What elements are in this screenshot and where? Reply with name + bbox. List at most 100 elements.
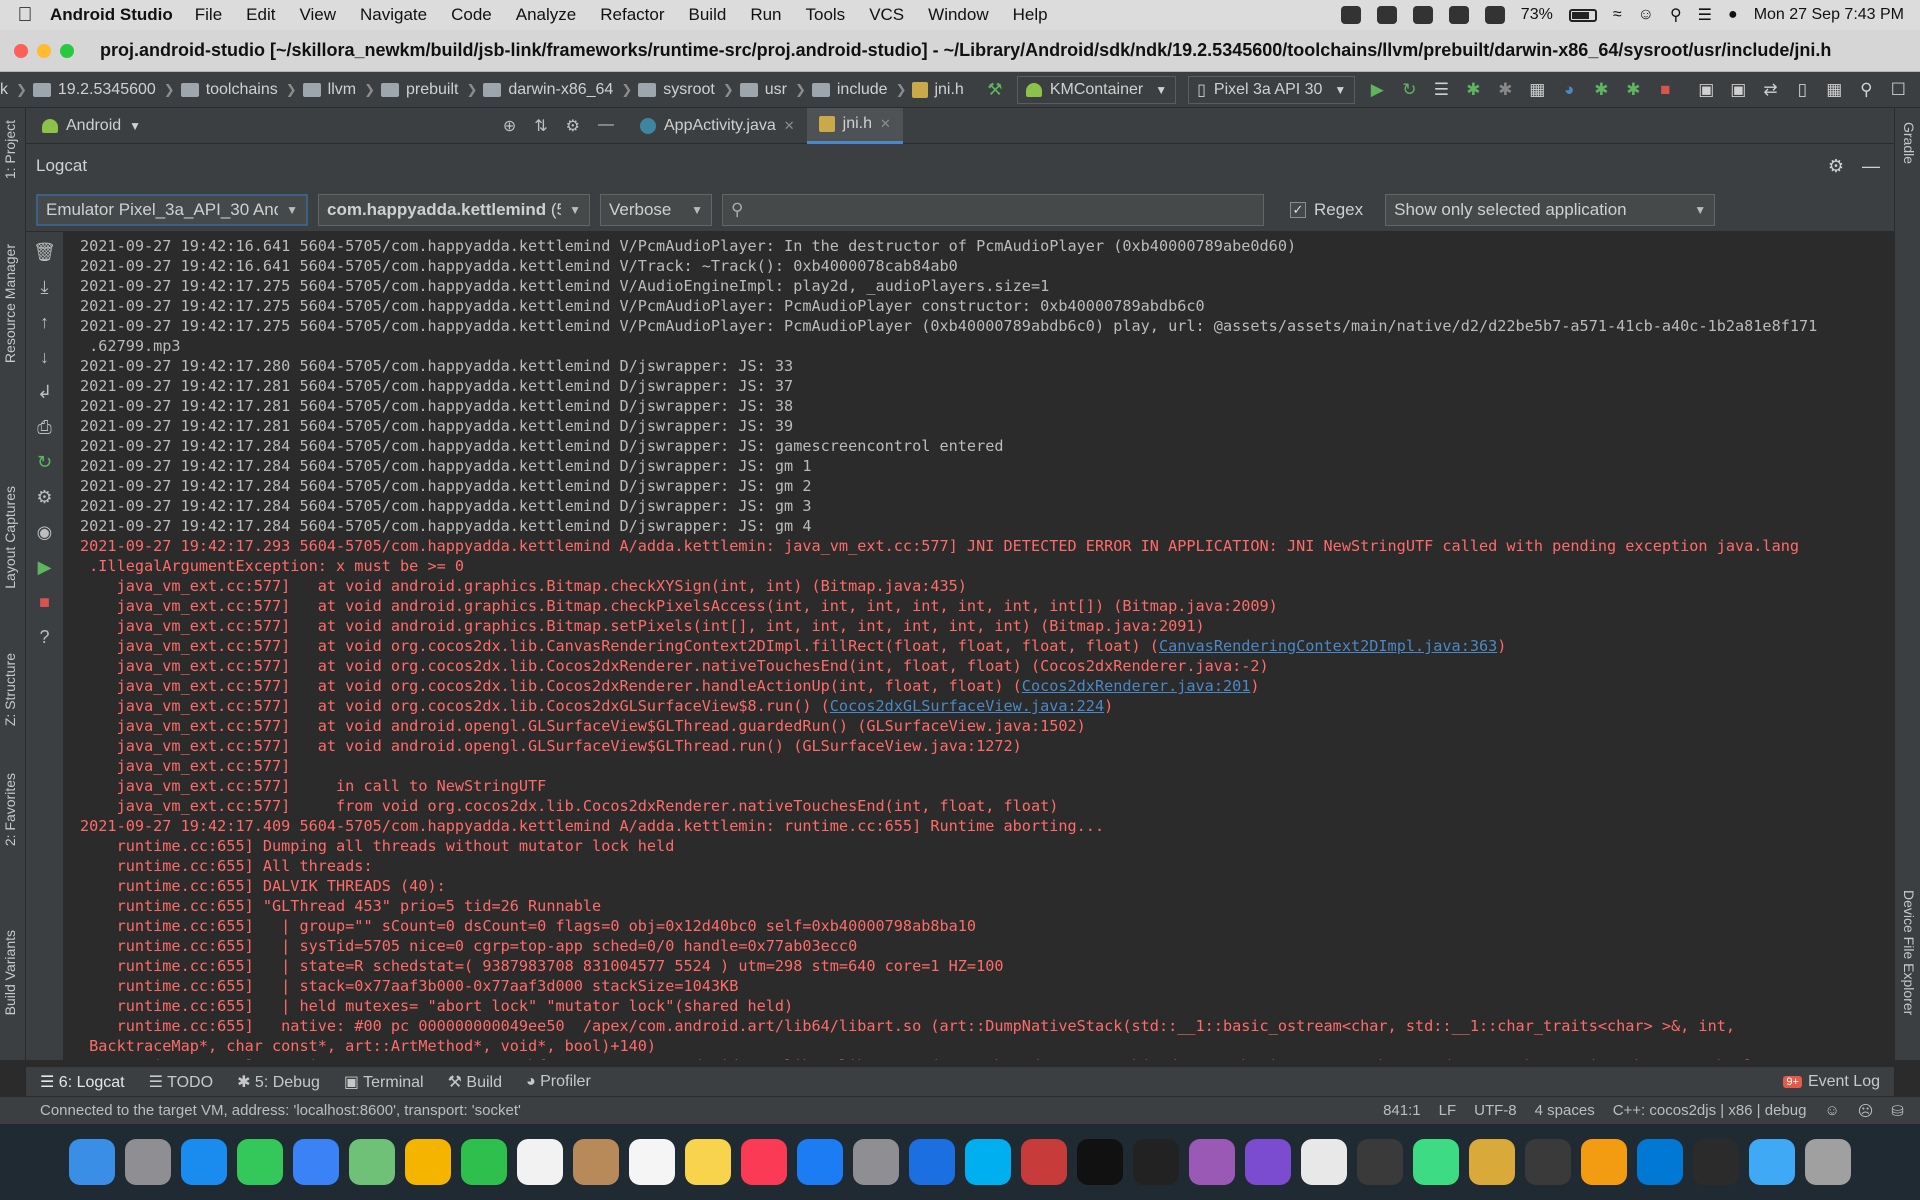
user-icon[interactable]: ☺ bbox=[1638, 6, 1654, 24]
tab-build[interactable]: ⚒ Build bbox=[448, 1072, 502, 1092]
breadcrumb-jni-h[interactable]: jni.h bbox=[912, 81, 964, 99]
coverage-icon[interactable]: ▦ bbox=[1526, 79, 1548, 101]
debug-tools-icon[interactable]: ✱ bbox=[1622, 79, 1644, 101]
gear-icon[interactable]: ⚙ bbox=[1828, 156, 1844, 177]
source-link[interactable]: CanvasRenderingContext2DImpl.java:363 bbox=[1159, 637, 1497, 655]
event-log-button[interactable]: 9+ Event Log bbox=[1783, 1073, 1894, 1091]
tab-profiler[interactable]: ◕ Profiler bbox=[526, 1073, 591, 1091]
checkbox-checked-icon[interactable]: ✓ bbox=[1290, 201, 1306, 218]
maps-icon[interactable] bbox=[349, 1139, 395, 1185]
android-studio-icon[interactable] bbox=[1413, 1139, 1459, 1185]
minimize-icon[interactable]: — bbox=[1862, 156, 1880, 177]
breadcrumb-include[interactable]: include ❯ bbox=[811, 81, 906, 99]
resolve-context[interactable]: C++: cocos2djs | x86 | debug bbox=[1613, 1102, 1807, 1120]
system-preferences-icon[interactable] bbox=[853, 1139, 899, 1185]
vscode-icon[interactable] bbox=[1637, 1139, 1683, 1185]
account-icon[interactable]: ☐ bbox=[1887, 79, 1909, 101]
trash-icon[interactable]: 🗑 bbox=[33, 242, 56, 263]
gear-icon[interactable]: ⚙ bbox=[36, 487, 52, 508]
restart-icon[interactable]: ↻ bbox=[37, 452, 52, 473]
arrow-up-icon[interactable]: ↑ bbox=[40, 312, 49, 333]
list-icon[interactable]: ☰ bbox=[1430, 79, 1452, 101]
apple-logo-icon[interactable]:  bbox=[0, 4, 50, 27]
run-icon[interactable]: ▶ bbox=[1366, 79, 1388, 101]
close-icon[interactable]: ✕ bbox=[880, 116, 891, 132]
debug-attach-icon[interactable]: ✱ bbox=[1494, 79, 1516, 101]
notes-icon[interactable] bbox=[685, 1139, 731, 1185]
tab-layout-captures[interactable]: Layout Captures bbox=[2, 486, 18, 589]
control-center-icon[interactable]: ☰ bbox=[1698, 5, 1712, 25]
scroll-to-end-icon[interactable]: ⤓ bbox=[41, 277, 49, 298]
skype-icon[interactable] bbox=[965, 1139, 1011, 1185]
breadcrumb-darwin[interactable]: darwin-x86_64 ❯ bbox=[483, 81, 632, 99]
profile-icon[interactable]: ◕ bbox=[1558, 79, 1580, 101]
breadcrumb-toolchains[interactable]: toolchains ❯ bbox=[180, 81, 297, 99]
launchpad-icon[interactable] bbox=[125, 1139, 171, 1185]
reminders-icon[interactable] bbox=[629, 1139, 675, 1185]
gear-icon[interactable]: ⚙ bbox=[566, 116, 580, 136]
minimize-window-button[interactable] bbox=[37, 43, 51, 58]
sync-gradle-icon[interactable]: ⇄ bbox=[1759, 79, 1781, 101]
project-view-selector[interactable]: Android ▼ ⊕ ⇅ ⚙ — bbox=[26, 116, 628, 136]
chat-icon[interactable] bbox=[1412, 6, 1433, 24]
tab-todo[interactable]: ☰ TODO bbox=[149, 1072, 213, 1092]
locate-icon[interactable]: ⊕ bbox=[503, 116, 516, 136]
messages-icon[interactable] bbox=[237, 1139, 283, 1185]
breadcrumb-usr[interactable]: usr ❯ bbox=[739, 81, 806, 99]
stop-icon[interactable]: ■ bbox=[39, 592, 50, 613]
zoom-window-button[interactable] bbox=[60, 43, 74, 58]
caret-position[interactable]: 841:1 bbox=[1383, 1102, 1421, 1120]
layout-inspector-icon[interactable]: ▦ bbox=[1823, 79, 1845, 101]
menu-refactor[interactable]: Refactor bbox=[600, 5, 664, 25]
collapse-all-icon[interactable]: ⇅ bbox=[534, 116, 547, 136]
unity-icon[interactable] bbox=[1133, 1139, 1179, 1185]
menu-code[interactable]: Code bbox=[451, 5, 492, 25]
database-icon[interactable] bbox=[1021, 1139, 1067, 1185]
source-link[interactable]: Cocos2dxRenderer.java:201 bbox=[1022, 677, 1251, 695]
menu-file[interactable]: File bbox=[195, 5, 222, 25]
tab-favorites[interactable]: 2: Favorites bbox=[2, 773, 18, 846]
battery-icon[interactable] bbox=[1568, 8, 1597, 22]
arrow-down-icon[interactable]: ↓ bbox=[40, 347, 49, 368]
run-config-selector[interactable]: KMContainer ▼ bbox=[1016, 75, 1177, 104]
downloads-folder-icon[interactable] bbox=[1749, 1139, 1795, 1185]
breadcrumb-ndk-version[interactable]: 19.2.5345600 ❯ bbox=[32, 81, 175, 99]
menu-clock[interactable]: Mon 27 Sep 7:43 PM bbox=[1754, 6, 1904, 24]
vlc-icon[interactable] bbox=[1340, 6, 1361, 24]
finder-icon[interactable] bbox=[69, 1139, 115, 1185]
mail-icon[interactable] bbox=[293, 1139, 339, 1185]
menu-analyze[interactable]: Analyze bbox=[516, 5, 576, 25]
menu-view[interactable]: View bbox=[299, 5, 336, 25]
tab-build-variants[interactable]: Build Variants bbox=[2, 930, 18, 1015]
facetime-icon[interactable] bbox=[461, 1139, 507, 1185]
breadcrumb-sysroot[interactable]: sysroot ❯ bbox=[638, 81, 734, 99]
xcode-tools-icon[interactable] bbox=[1693, 1139, 1739, 1185]
filter-config-dropdown[interactable]: Show only selected application ▼ bbox=[1385, 193, 1716, 226]
line-separator[interactable]: LF bbox=[1439, 1102, 1457, 1120]
ink-drop-icon[interactable] bbox=[1525, 1139, 1571, 1185]
debug-icon[interactable]: ✱ bbox=[1462, 79, 1484, 101]
device-selector[interactable]: ▯ Pixel 3a API 30 ▼ bbox=[1188, 75, 1356, 104]
avd-manager-icon[interactable]: ▯ bbox=[1791, 79, 1813, 101]
breadcrumb-llvm[interactable]: llvm ❯ bbox=[302, 81, 375, 99]
menu-navigate[interactable]: Navigate bbox=[360, 5, 427, 25]
tab-project[interactable]: 1: Project bbox=[2, 120, 18, 179]
logcat-output[interactable]: 2021-09-27 19:42:16.641 5604-5705/com.ha… bbox=[64, 232, 1894, 1060]
siri-icon[interactable]: ● bbox=[1728, 6, 1738, 24]
menu-vcs[interactable]: VCS bbox=[869, 5, 904, 25]
attach-debugger-icon[interactable]: ✱ bbox=[1590, 79, 1612, 101]
tab-jni-h[interactable]: jni.h ✕ bbox=[806, 107, 903, 144]
app-name-menu[interactable]: Android Studio bbox=[50, 5, 173, 25]
help-icon[interactable]: ? bbox=[39, 627, 49, 648]
app-store-icon[interactable] bbox=[797, 1139, 843, 1185]
menu-run[interactable]: Run bbox=[750, 5, 781, 25]
archive-utility-icon[interactable] bbox=[1469, 1139, 1515, 1185]
search-everywhere-icon[interactable]: ⚲ bbox=[1855, 79, 1877, 101]
wifi-icon[interactable]: ≈ bbox=[1613, 6, 1622, 24]
calendar-icon[interactable] bbox=[517, 1139, 563, 1185]
print-icon[interactable]: ⎙ bbox=[37, 417, 51, 438]
location-pin-icon[interactable] bbox=[909, 1139, 955, 1185]
menu-edit[interactable]: Edit bbox=[246, 5, 275, 25]
tab-terminal[interactable]: ▣ Terminal bbox=[344, 1072, 424, 1092]
project-structure-icon[interactable]: ▣ bbox=[1695, 79, 1717, 101]
